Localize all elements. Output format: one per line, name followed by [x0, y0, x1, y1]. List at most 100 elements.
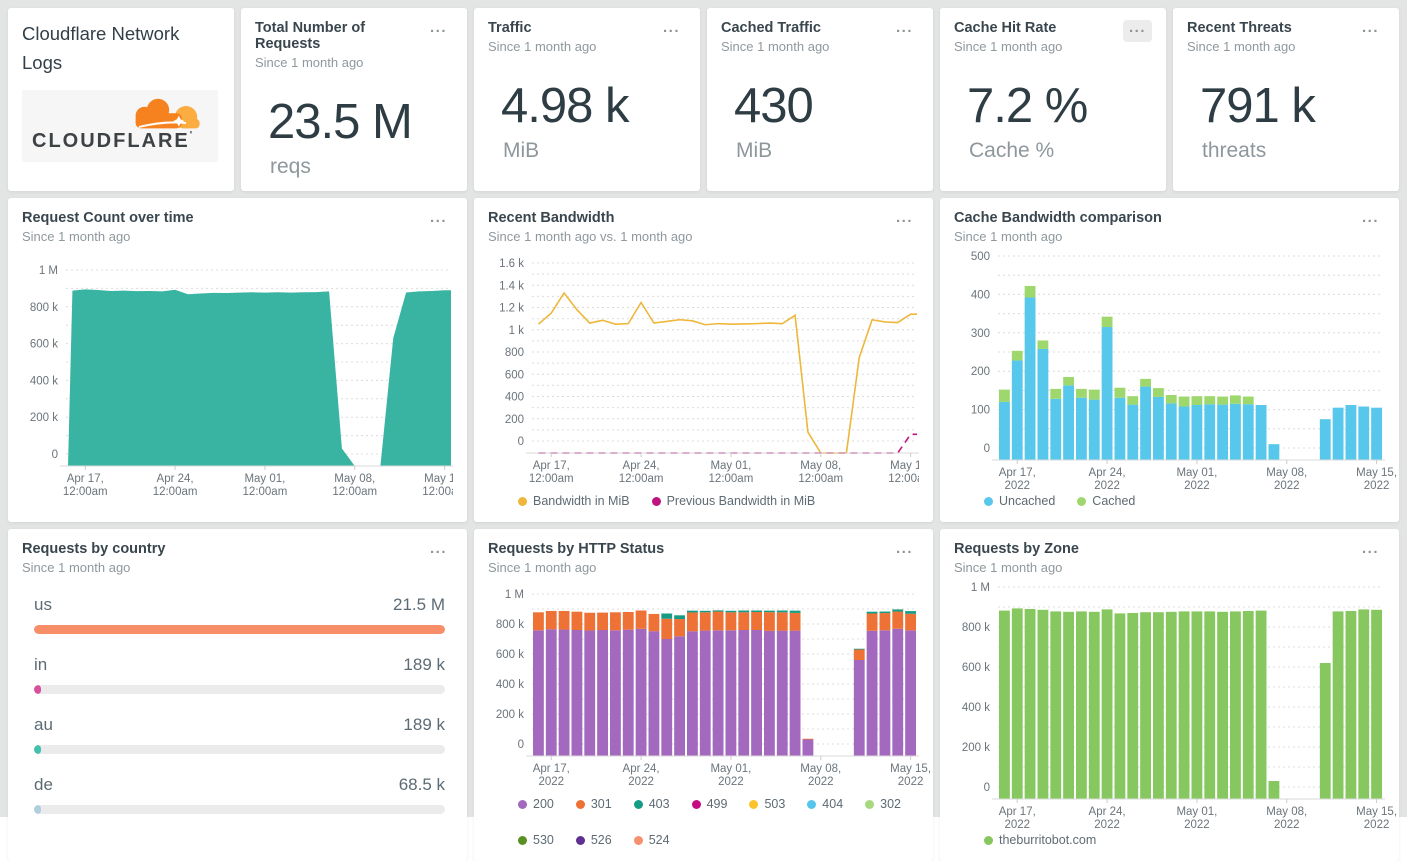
- legend-item-530[interactable]: 530: [518, 833, 554, 847]
- svg-text:800 k: 800 k: [496, 619, 524, 631]
- chart-legend: Uncached Cached: [954, 490, 1385, 510]
- country-row-text: au 189 k: [34, 715, 445, 735]
- svg-text:400 k: 400 k: [962, 702, 990, 714]
- svg-text:Apr 24,: Apr 24,: [157, 473, 194, 485]
- legend-dot-icon: [807, 799, 817, 809]
- svg-text:Apr 17,: Apr 17,: [999, 467, 1036, 479]
- panel-menu-button[interactable]: ...: [657, 20, 686, 42]
- panel-total-requests: Total Number of Requests Since 1 month a…: [241, 8, 467, 191]
- svg-text:0: 0: [984, 443, 990, 455]
- panel-menu-button[interactable]: ...: [890, 210, 919, 232]
- legend-item-uncached[interactable]: Uncached: [984, 494, 1055, 508]
- legend-item-cached[interactable]: Cached: [1077, 494, 1135, 508]
- svg-text:1.6 k: 1.6 k: [499, 258, 524, 270]
- svg-text:12:00am: 12:00am: [619, 473, 664, 485]
- legend-item-bandwidth-in-mib[interactable]: Bandwidth in MiB: [518, 494, 630, 508]
- svg-text:0: 0: [52, 449, 58, 461]
- panel-title: Request Count over time: [22, 210, 194, 226]
- svg-text:12:00am: 12:00am: [888, 473, 919, 485]
- legend-item-403[interactable]: 403: [633, 797, 670, 811]
- legend-item-302[interactable]: 302: [865, 797, 901, 811]
- country-label: in: [34, 655, 48, 674]
- panel-subtitle: Since 1 month ago: [954, 39, 1063, 54]
- http-status-chart[interactable]: 0200 k400 k600 k800 k1 MApr 17,2022Apr 2…: [488, 579, 931, 793]
- panel-recent-threats: Recent Threats Since 1 month ago ... 791…: [1173, 8, 1399, 191]
- cloudflare-logo: CLOUDFLARE': [22, 90, 218, 163]
- svg-text:200: 200: [971, 366, 990, 378]
- legend-label: theburritobot.com: [999, 833, 1097, 847]
- svg-text:Apr 24,: Apr 24,: [623, 460, 660, 472]
- svg-text:200: 200: [505, 414, 524, 426]
- legend-item-499[interactable]: 499: [691, 797, 727, 811]
- svg-text:400: 400: [505, 392, 524, 404]
- legend-label: Previous Bandwidth in MiB: [666, 494, 816, 508]
- cache-bandwidth-chart[interactable]: 0100200300400500Apr 17,2022Apr 24,2022Ma…: [954, 248, 1397, 492]
- country-row-text: de 68.5 k: [34, 775, 445, 795]
- stat-value: 23.5 M: [268, 95, 413, 149]
- svg-text:200 k: 200 k: [962, 742, 990, 754]
- panel-title: Recent Threats: [1187, 20, 1292, 36]
- svg-text:600 k: 600 k: [496, 649, 524, 661]
- svg-text:0: 0: [518, 436, 524, 448]
- panel-menu-button[interactable]: ...: [1356, 541, 1385, 563]
- legend-item-301[interactable]: 301: [575, 797, 612, 811]
- svg-text:May 01,: May 01,: [244, 473, 285, 485]
- svg-text:100: 100: [971, 405, 990, 417]
- stat-unit: reqs: [270, 155, 311, 178]
- country-row-au[interactable]: au 189 k: [34, 715, 445, 754]
- svg-text:1 M: 1 M: [971, 582, 990, 594]
- panel-recent-bandwidth: Recent Bandwidth Since 1 month ago vs. 1…: [474, 198, 933, 522]
- legend-item-503[interactable]: 503: [749, 797, 785, 811]
- panel-title: Cache Bandwidth comparison: [954, 210, 1162, 226]
- country-label: us: [34, 595, 52, 614]
- stat-unit: MiB: [736, 139, 773, 162]
- svg-text:May 15,: May 15,: [890, 460, 919, 472]
- legend-item-404[interactable]: 404: [807, 797, 843, 811]
- zone-chart[interactable]: 0200 k400 k600 k800 k1 MApr 17,2022Apr 2…: [954, 579, 1397, 831]
- legend-dot-icon: [1077, 496, 1087, 506]
- panel-menu-button[interactable]: ...: [424, 210, 453, 232]
- svg-text:12:00am: 12:00am: [243, 486, 288, 498]
- request-count-chart[interactable]: 0200 k400 k600 k800 k1 MApr 17,12:00amAp…: [22, 248, 453, 510]
- panel-subtitle: Since 1 month ago: [954, 229, 1063, 244]
- svg-text:1 k: 1 k: [509, 325, 525, 337]
- svg-text:Apr 24,: Apr 24,: [1089, 806, 1126, 818]
- legend-dot-icon: [633, 799, 643, 809]
- recent-bandwidth-chart[interactable]: 02004006008001 k1.2 k1.4 k1.6 kApr 17,12…: [488, 248, 919, 490]
- svg-text:May 08,: May 08,: [800, 460, 841, 472]
- svg-text:1 M: 1 M: [39, 265, 58, 277]
- panel-menu-button[interactable]: ...: [424, 20, 453, 42]
- stat-value: 430: [734, 79, 814, 133]
- panel-menu-button[interactable]: ...: [890, 541, 919, 563]
- panel-menu-button[interactable]: ...: [424, 541, 453, 563]
- legend-item-previous-bandwidth-in-mib[interactable]: Previous Bandwidth in MiB: [651, 494, 816, 508]
- panel-menu-button[interactable]: ...: [890, 20, 919, 42]
- panel-menu-button[interactable]: ...: [1122, 20, 1152, 42]
- panel-menu-button[interactable]: ...: [1356, 20, 1385, 42]
- svg-text:May 01,: May 01,: [1176, 806, 1217, 818]
- country-label: de: [34, 775, 53, 794]
- panel-title: Requests by HTTP Status: [488, 541, 665, 557]
- legend-item-theburritobot-com[interactable]: theburritobot.com: [984, 833, 1096, 847]
- svg-text:Apr 17,: Apr 17,: [67, 473, 104, 485]
- legend-item-200[interactable]: 200: [518, 797, 554, 811]
- svg-text:May 15,: May 15,: [424, 473, 453, 485]
- panel-subtitle: Since 1 month ago: [954, 560, 1063, 575]
- svg-text:200 k: 200 k: [30, 412, 58, 424]
- panel-title: Traffic: [488, 20, 532, 36]
- legend-item-526[interactable]: 526: [575, 833, 612, 847]
- svg-text:Apr 17,: Apr 17,: [533, 763, 570, 775]
- legend-item-524[interactable]: 524: [633, 833, 670, 847]
- svg-text:500: 500: [971, 251, 990, 263]
- legend-dot-icon: [749, 799, 759, 809]
- panel-menu-button[interactable]: ...: [1356, 210, 1385, 232]
- country-bar-track: [34, 685, 445, 694]
- country-row-de[interactable]: de 68.5 k: [34, 775, 445, 814]
- country-row-in[interactable]: in 189 k: [34, 655, 445, 694]
- panel-requests-by-country: Requests by country Since 1 month ago ..…: [8, 529, 467, 861]
- legend-label: 200: [533, 797, 554, 811]
- svg-text:400 k: 400 k: [30, 375, 58, 387]
- country-row-us[interactable]: us 21.5 M: [34, 595, 445, 634]
- panel-title: Cache Hit Rate: [954, 20, 1057, 36]
- panel-title: Requests by Zone: [954, 541, 1079, 557]
